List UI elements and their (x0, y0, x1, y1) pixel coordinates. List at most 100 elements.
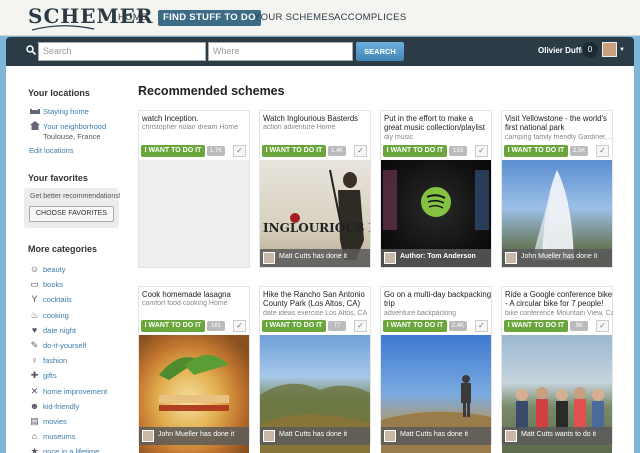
scheme-activity-text[interactable]: Author: Tom Anderson (400, 253, 476, 260)
sidebar-item-category[interactable]: cooking (43, 311, 69, 320)
done-check-button[interactable]: ✓ (475, 145, 488, 157)
sidebar-item-category[interactable]: fashion (43, 356, 67, 365)
want-count-badge: 77 (328, 321, 346, 331)
notification-count[interactable]: 0 (582, 42, 598, 58)
sidebar-item-category[interactable]: museums (43, 432, 76, 441)
categories-heading: More categories (28, 244, 98, 254)
location-staying-home[interactable]: Staying home (43, 107, 89, 116)
scheme-footer: Author: Tom Anderson (381, 249, 491, 267)
scheme-title[interactable]: watch Inception. (142, 114, 250, 123)
scheme-title[interactable]: Hike the Rancho San Antonio County Park … (263, 290, 371, 308)
sidebar-item-category[interactable]: gifts (43, 371, 57, 380)
scheme-activity-text[interactable]: John Mueller has done it (521, 253, 597, 260)
want-to-do-it-button[interactable]: I WANT TO DO IT (504, 145, 568, 157)
scheme-card[interactable]: Watch Inglourious Basterds action advent… (259, 110, 444, 268)
scheme-card[interactable]: Put in the effort to make a great music … (380, 110, 492, 268)
avatar[interactable] (142, 430, 154, 442)
category-icon: ✚ (30, 370, 39, 380)
sidebar-item-category[interactable]: movies (43, 417, 67, 426)
scheme-title[interactable]: Ride a Google conference bike - A circul… (505, 290, 613, 308)
scheme-title[interactable]: Cook homemade lasagna (142, 290, 250, 299)
scheme-activity-text[interactable]: Matt Cutts has done it (400, 431, 468, 438)
scheme-activity-text[interactable]: John Mueller has done it (158, 431, 234, 438)
scheme-tags: comfort food cooking Home (142, 300, 228, 307)
done-check-button[interactable]: ✓ (596, 320, 609, 332)
nav-accomplices[interactable]: ACCOMPLICES (334, 10, 406, 26)
user-avatar[interactable] (602, 42, 617, 57)
want-to-do-it-button[interactable]: I WANT TO DO IT (383, 320, 447, 332)
want-to-do-it-button[interactable]: I WANT TO DO IT (504, 320, 568, 332)
want-to-do-it-button[interactable]: I WANT TO DO IT (262, 320, 326, 332)
sofa-icon (30, 109, 40, 114)
avatar[interactable] (384, 252, 396, 264)
where-input[interactable]: Where (208, 42, 353, 61)
scheme-card[interactable]: Visit Yellowstone - the world's first na… (501, 110, 613, 268)
want-to-do-it-button[interactable]: I WANT TO DO IT (141, 145, 205, 157)
done-check-button[interactable]: ✓ (233, 320, 246, 332)
scheme-image[interactable] (139, 160, 249, 267)
scheme-footer: Matt Cutts wants to do it (502, 427, 612, 445)
scheme-activity-text[interactable]: Matt Cutts has done it (279, 431, 347, 438)
choose-favorites-button[interactable]: CHOOSE FAVORITES (29, 206, 114, 222)
scheme-tags: date ideas exercise Los Altos, CA (263, 310, 368, 317)
avatar[interactable] (384, 430, 396, 442)
avatar[interactable] (505, 252, 517, 264)
done-check-button[interactable]: ✓ (233, 145, 246, 157)
scheme-tags: camping family friendly Gardiner, ... (505, 134, 613, 141)
scheme-tags: diy music (384, 134, 414, 141)
done-check-button[interactable]: ✓ (596, 145, 609, 157)
scheme-footer: Matt Cutts has done it (260, 427, 370, 445)
sidebar-item-category[interactable]: books (43, 280, 63, 289)
avatar[interactable] (263, 430, 275, 442)
sidebar-item-category[interactable]: cocktails (43, 295, 72, 304)
scheme-card[interactable]: Go on a multi-day backpacking trip adven… (380, 286, 492, 453)
done-check-button[interactable]: ✓ (475, 320, 488, 332)
scheme-card[interactable]: Cook homemade lasagna comfort food cooki… (138, 286, 250, 453)
avatar[interactable] (505, 430, 517, 442)
want-count-badge: 181 (207, 321, 225, 331)
scheme-card[interactable]: Hike the Rancho San Antonio County Park … (259, 286, 371, 453)
sidebar-item-category[interactable]: beauty (43, 265, 66, 274)
scheme-title[interactable]: Go on a multi-day backpacking trip (384, 290, 492, 308)
done-check-button[interactable]: ✓ (354, 145, 367, 157)
nav-your-schemes[interactable]: YOUR SCHEMES (254, 10, 335, 26)
sidebar-item-category[interactable]: kid-friendly (43, 402, 79, 411)
logo-swoosh-icon (31, 25, 95, 31)
scheme-card[interactable]: watch Inception. christopher nolan dream… (138, 110, 250, 268)
category-icon: ☻ (29, 401, 40, 411)
scheme-footer: John Mueller has done it (502, 249, 612, 267)
search-button[interactable]: SEARCH (356, 42, 404, 61)
scheme-title[interactable]: Visit Yellowstone - the world's first na… (505, 114, 613, 132)
sidebar-item-category[interactable]: home improvement (43, 387, 107, 396)
scheme-card[interactable]: Ride a Google conference bike - A circul… (501, 286, 613, 453)
category-icon: ✕ (30, 386, 39, 396)
locations-heading: Your locations (28, 88, 90, 98)
category-icon: ★ (30, 446, 39, 453)
done-check-button[interactable]: ✓ (354, 320, 367, 332)
scheme-activity-text[interactable]: Matt Cutts wants to do it (521, 431, 596, 438)
page-title: Recommended schemes (138, 84, 285, 98)
sidebar-item-category[interactable]: once in a lifetime (43, 447, 99, 453)
scheme-title[interactable]: Put in the effort to make a great music … (384, 114, 492, 132)
nav-home[interactable]: HOME (118, 10, 148, 26)
category-icon: ✎ (30, 340, 39, 350)
avatar[interactable] (263, 252, 275, 264)
category-icon: ▤ (30, 416, 39, 426)
location-your-neighborhood[interactable]: Your neighborhood (43, 122, 106, 131)
want-count-badge: 98 (570, 321, 588, 331)
edit-locations-link[interactable]: Edit locations (29, 146, 74, 155)
want-to-do-it-button[interactable]: I WANT TO DO IT (262, 145, 326, 157)
category-icon: ♀ (31, 355, 38, 365)
sidebar-item-category[interactable]: do-it-yourself (43, 341, 86, 350)
favorites-hint: Get better recommendations! (30, 193, 121, 200)
want-to-do-it-button[interactable]: I WANT TO DO IT (141, 320, 205, 332)
want-to-do-it-button[interactable]: I WANT TO DO IT (383, 145, 447, 157)
category-icon: ♥ (31, 325, 38, 335)
nav-find-stuff-to-do[interactable]: FIND STUFF TO DO (158, 10, 261, 26)
scheme-activity-text[interactable]: Matt Cutts has done it (279, 253, 347, 260)
want-count-badge: 1.4K (328, 146, 346, 156)
sidebar-item-category[interactable]: date night (43, 326, 76, 335)
search-input[interactable]: Search (38, 42, 206, 61)
chevron-down-icon[interactable]: ▼ (619, 47, 625, 53)
scheme-title[interactable]: Watch Inglourious Basterds (263, 114, 371, 123)
